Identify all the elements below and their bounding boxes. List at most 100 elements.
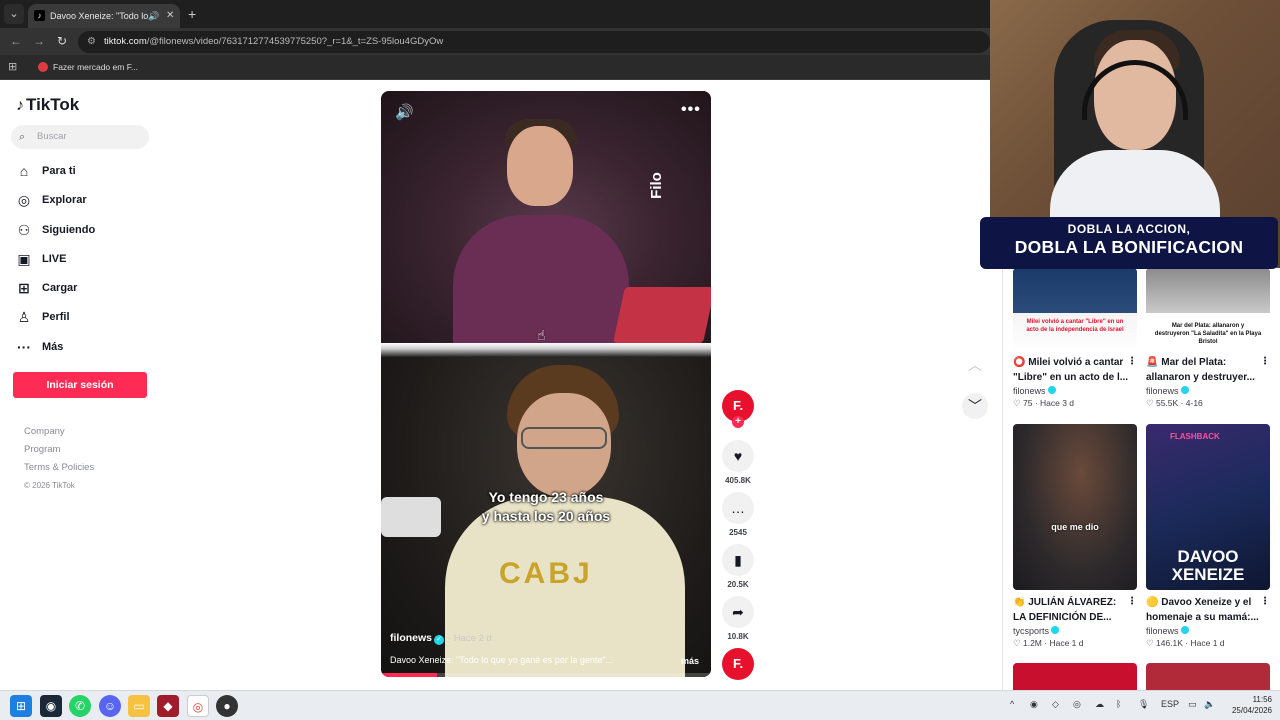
search-input[interactable]: ⌕ Buscar bbox=[11, 125, 149, 149]
sidebar-item-live[interactable]: ▣ LIVE bbox=[14, 248, 95, 277]
bookmark-label: Fazer mercado em F... bbox=[53, 62, 139, 72]
tab-search-button[interactable]: ⌄ bbox=[4, 4, 24, 24]
card-likes: 146.1K bbox=[1155, 638, 1183, 648]
footer-link-terms[interactable]: Terms & Policies bbox=[24, 461, 94, 479]
sidebar-item-cargar[interactable]: ⊞ Cargar bbox=[14, 277, 95, 306]
card-title-text: Milei volvió a cantar "Libre" en un acto… bbox=[1013, 357, 1129, 383]
more-options-icon[interactable]: ••• bbox=[681, 101, 701, 119]
footer-links: Company Program Terms & Policies © 2026 … bbox=[24, 425, 94, 497]
login-button[interactable]: Iniciar sesión bbox=[13, 372, 147, 398]
speaker-icon[interactable]: 🔊 bbox=[148, 4, 159, 28]
related-video-card[interactable]: Milei volvió a cantar "Libre" en un acto… bbox=[1013, 268, 1137, 409]
windows-start-icon[interactable]: ⊞ bbox=[10, 695, 32, 717]
card-author[interactable]: tycsports bbox=[1013, 626, 1137, 636]
share-action[interactable]: ➦ 10.8K bbox=[722, 596, 754, 641]
card-likes: 55.5K bbox=[1155, 398, 1179, 408]
share-icon[interactable]: ➦ bbox=[722, 596, 754, 628]
video-thumbnail[interactable]: que me dio bbox=[1013, 424, 1137, 590]
sidebar-item-label: Para ti bbox=[42, 165, 76, 177]
more-link[interactable]: más bbox=[681, 656, 699, 666]
next-video-chevron-down-icon[interactable]: ﹀ bbox=[962, 393, 988, 419]
discord-icon[interactable]: ☺ bbox=[99, 695, 121, 717]
related-video-card[interactable]: Mar del Plata: allanaron y destruyeron "… bbox=[1146, 268, 1270, 409]
bookmark-icon[interactable]: ▮ bbox=[722, 544, 754, 576]
tray-steam-icon[interactable]: ◎ bbox=[1073, 699, 1081, 710]
chrome-icon[interactable]: ◎ bbox=[187, 695, 209, 717]
card-more-icon[interactable]: ⋮ bbox=[1260, 356, 1270, 367]
comment-count: 2545 bbox=[729, 528, 747, 537]
tray-app-icon[interactable]: ◉ bbox=[1030, 699, 1038, 710]
system-clock[interactable]: 11:56 25/04/2026 bbox=[1222, 694, 1272, 716]
url-field[interactable]: ⚙ tiktok.com/@filonews/video/76317127745… bbox=[78, 31, 990, 53]
file-explorer-icon[interactable]: ▭ bbox=[128, 695, 150, 717]
video-thumbnail[interactable]: FLASHBACK DAVOO XENEIZE bbox=[1146, 424, 1270, 590]
card-likes: 75 bbox=[1022, 398, 1033, 408]
related-video-thumbnail-partial[interactable] bbox=[1146, 663, 1270, 690]
save-action[interactable]: ▮ 20.5K bbox=[722, 544, 754, 589]
tray-shield-icon[interactable]: ◇ bbox=[1052, 699, 1059, 710]
hand-cursor-icon: ☝ bbox=[537, 327, 546, 343]
footer-link-company[interactable]: Company bbox=[24, 425, 94, 443]
card-meta: ♡ 75 · Hace 3 d bbox=[1013, 398, 1075, 408]
card-author[interactable]: filonews bbox=[1013, 386, 1137, 396]
volume-icon[interactable]: 🔊 bbox=[395, 103, 414, 121]
tray-cloud-icon[interactable]: ☁ bbox=[1095, 699, 1104, 710]
sidebar-item-perfil[interactable]: ♙ Perfil bbox=[14, 306, 95, 335]
steam-icon[interactable]: ◉ bbox=[40, 695, 62, 717]
reload-icon[interactable]: ↻ bbox=[57, 33, 67, 49]
tab-title: Davoo Xeneize: "Todo lo bbox=[50, 11, 149, 21]
comment-action[interactable]: … 2545 bbox=[722, 492, 754, 537]
footer-link-program[interactable]: Program bbox=[24, 443, 94, 461]
follow-plus-icon[interactable]: + bbox=[732, 416, 744, 428]
sidebar-item-siguiendo[interactable]: ⚇ Siguiendo bbox=[14, 219, 95, 248]
new-tab-button[interactable]: + bbox=[188, 4, 196, 24]
card-author-name: filonews bbox=[1146, 626, 1179, 636]
whatsapp-icon[interactable]: ✆ bbox=[69, 695, 91, 717]
card-meta: ♡ 1.2M · Hace 1 d bbox=[1013, 638, 1084, 648]
browser-tab[interactable]: ♪ Davoo Xeneize: "Todo lo 🔊 ✕ bbox=[28, 4, 180, 28]
yellow-circle-emoji-icon: 🟡 bbox=[1146, 597, 1159, 608]
tray-microphone-icon[interactable]: 🎙 bbox=[1138, 699, 1149, 710]
creator-avatar[interactable]: F. + bbox=[722, 390, 754, 428]
volume-tray-icon[interactable]: 🔈 bbox=[1204, 699, 1215, 710]
apps-grid-icon[interactable]: ⊞ bbox=[8, 60, 17, 73]
card-author[interactable]: filonews bbox=[1146, 386, 1270, 396]
sidebar-item-explorar[interactable]: ◎ Explorar bbox=[14, 189, 95, 218]
previous-video-chevron-up-icon[interactable]: ︿ bbox=[962, 352, 988, 378]
related-video-card[interactable]: que me dio ⋮ 👏 JULIÁN ÁLVAREZ: LA DEFINI… bbox=[1013, 424, 1137, 649]
card-title-text: Davoo Xeneize y el homenaje a su mamá:..… bbox=[1146, 597, 1259, 623]
card-age: Hace 1 d bbox=[1190, 638, 1225, 648]
video-thumbnail[interactable]: Mar del Plata: allanaron y destruyeron "… bbox=[1146, 268, 1270, 350]
card-more-icon[interactable]: ⋮ bbox=[1127, 356, 1137, 367]
sidebar-item-para-ti[interactable]: ⌂ Para ti bbox=[14, 160, 95, 189]
sound-avatar[interactable]: F. bbox=[722, 648, 754, 680]
network-icon[interactable]: ▭ bbox=[1188, 699, 1197, 710]
verified-icon bbox=[1051, 626, 1060, 634]
back-arrow-icon[interactable]: ← bbox=[10, 33, 22, 49]
related-video-thumbnail-partial[interactable] bbox=[1013, 663, 1137, 690]
tray-bluetooth-icon[interactable]: ᛒ bbox=[1116, 699, 1121, 709]
language-indicator[interactable]: ESP bbox=[1161, 699, 1179, 709]
card-more-icon[interactable]: ⋮ bbox=[1127, 596, 1137, 607]
sidebar-item-mas[interactable]: ··· Más bbox=[14, 336, 95, 365]
card-author[interactable]: filonews bbox=[1146, 626, 1270, 636]
forward-arrow-icon[interactable]: → bbox=[33, 33, 45, 49]
card-title: 👏 JULIÁN ÁLVAREZ: LA DEFINICIÓN DE... bbox=[1013, 595, 1137, 625]
site-info-icon[interactable]: ⚙ bbox=[87, 31, 96, 53]
video-player[interactable]: Filo CABJ Yo tengo 23 años y hasta los 2… bbox=[381, 91, 711, 677]
tiktok-logo[interactable]: ♪ TikTok bbox=[16, 95, 79, 115]
tray-chevron-up-icon[interactable]: ^ bbox=[1010, 699, 1014, 709]
app-icon[interactable]: ◆ bbox=[157, 695, 179, 717]
comment-icon[interactable]: … bbox=[722, 492, 754, 524]
video-author[interactable]: filonews ✓ · Hace 2 d bbox=[390, 632, 492, 645]
video-thumbnail[interactable]: Milei volvió a cantar "Libre" en un acto… bbox=[1013, 268, 1137, 350]
close-tab-icon[interactable]: ✕ bbox=[166, 4, 174, 28]
thumbnail-caption: que me dio bbox=[1051, 522, 1099, 532]
obs-icon[interactable]: ● bbox=[216, 695, 238, 717]
bookmark-item[interactable]: Fazer mercado em F... bbox=[38, 60, 138, 74]
heart-icon[interactable]: ♥ bbox=[722, 440, 754, 472]
card-more-icon[interactable]: ⋮ bbox=[1260, 596, 1270, 607]
like-action[interactable]: ♥ 405.8K bbox=[722, 440, 754, 485]
related-video-card[interactable]: FLASHBACK DAVOO XENEIZE ⋮ 🟡 Davoo Xeneiz… bbox=[1146, 424, 1270, 649]
video-subtitle: Yo tengo 23 años y hasta los 20 años bbox=[381, 488, 711, 526]
